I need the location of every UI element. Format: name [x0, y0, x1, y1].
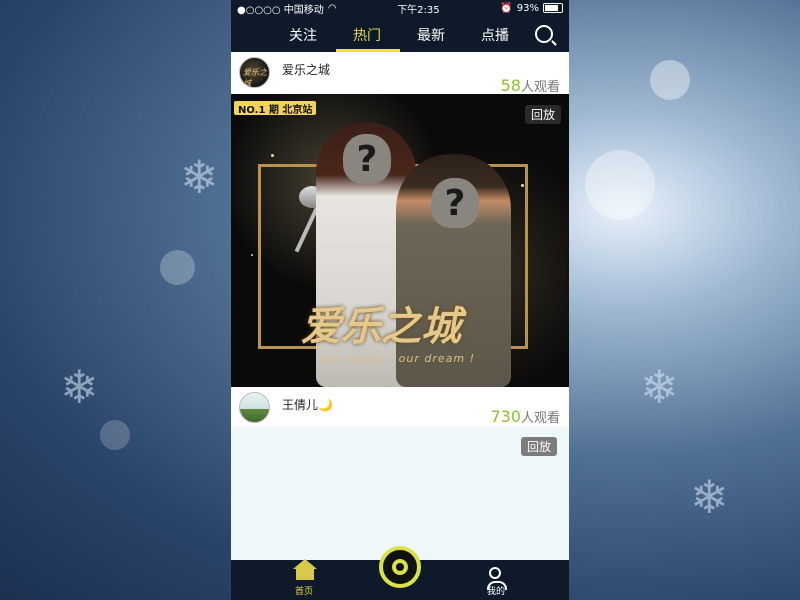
search-icon[interactable]	[535, 25, 553, 43]
avatar[interactable]	[239, 392, 270, 423]
nav-home-label: 首页	[294, 587, 313, 597]
battery-icon	[542, 3, 563, 13]
streamer-name[interactable]: 王倩儿🌙	[282, 396, 333, 413]
tab-hot[interactable]: 热门	[353, 25, 381, 45]
viewer-suffix: 人观看	[520, 411, 560, 426]
home-icon	[293, 559, 317, 580]
wifi-icon: ◠	[327, 2, 337, 14]
live-preview-area[interactable]: 回放	[231, 427, 569, 559]
feed-card-header[interactable]: 王倩儿🌙 730人观看	[231, 387, 569, 427]
tab-vod[interactable]: 点播	[481, 25, 509, 45]
nav-mine[interactable]: 我的	[471, 564, 521, 597]
nav-home[interactable]: 首页	[279, 559, 329, 597]
background-bokeh	[100, 420, 130, 450]
background-bokeh	[650, 60, 690, 100]
snowflake-icon: ❄	[180, 150, 219, 204]
battery-percent: 93%	[516, 2, 539, 14]
clock: 下午2:35	[397, 4, 440, 16]
tab-follow[interactable]: 关注	[289, 25, 317, 45]
tab-latest[interactable]: 最新	[417, 25, 445, 45]
hidden-face-icon: ?	[431, 178, 479, 228]
background-bokeh	[585, 150, 655, 220]
viewer-count: 730人观看	[490, 407, 560, 426]
streamer-name[interactable]: 爱乐之城	[282, 61, 330, 78]
bottom-navigation: 首页 我的	[231, 546, 569, 600]
viewer-number: 58	[500, 76, 521, 95]
replay-badge[interactable]: 回放	[520, 437, 557, 456]
top-navigation: 关注 热门 最新 点播	[231, 16, 569, 52]
poster-title: 爱乐之城	[301, 303, 461, 350]
poster-subtitle: our music ! our dream !	[321, 352, 476, 365]
start-live-button[interactable]	[379, 546, 421, 588]
avatar[interactable]: 爱乐之城	[239, 57, 270, 88]
replay-badge[interactable]: 回放	[524, 105, 561, 124]
live-record-icon	[392, 559, 408, 575]
viewer-number: 730	[490, 407, 521, 426]
live-poster[interactable]: ? ? NO.1 期 北京站 回放 爱乐之城 our music ! our d…	[231, 94, 569, 387]
avatar-logo-text: 爱乐之城	[243, 68, 267, 88]
sparkle	[251, 254, 253, 256]
sparkle	[521, 184, 524, 187]
user-icon	[487, 567, 507, 590]
carrier-label: ●○○○○ 中国移动	[237, 4, 324, 16]
status-bar: ●○○○○ 中国移动 ◠ 下午2:35 ⏰ 93%	[231, 0, 569, 16]
snowflake-icon: ❄	[60, 360, 99, 414]
snowflake-icon: ❄	[690, 470, 729, 524]
phone-screen: ●○○○○ 中国移动 ◠ 下午2:35 ⏰ 93% 关注 热门 最新 点播 爱乐…	[231, 0, 569, 600]
hidden-face-icon: ?	[343, 134, 391, 184]
background-bokeh	[160, 250, 195, 285]
viewer-suffix: 人观看	[520, 80, 560, 95]
alarm-icon: ⏰	[500, 2, 513, 14]
sparkle	[271, 154, 274, 157]
feed-card-header[interactable]: 爱乐之城 爱乐之城 58人观看	[231, 52, 569, 95]
snowflake-icon: ❄	[640, 360, 679, 414]
viewer-count: 58人观看	[501, 76, 560, 95]
episode-badge: NO.1 期 北京站	[234, 101, 317, 116]
